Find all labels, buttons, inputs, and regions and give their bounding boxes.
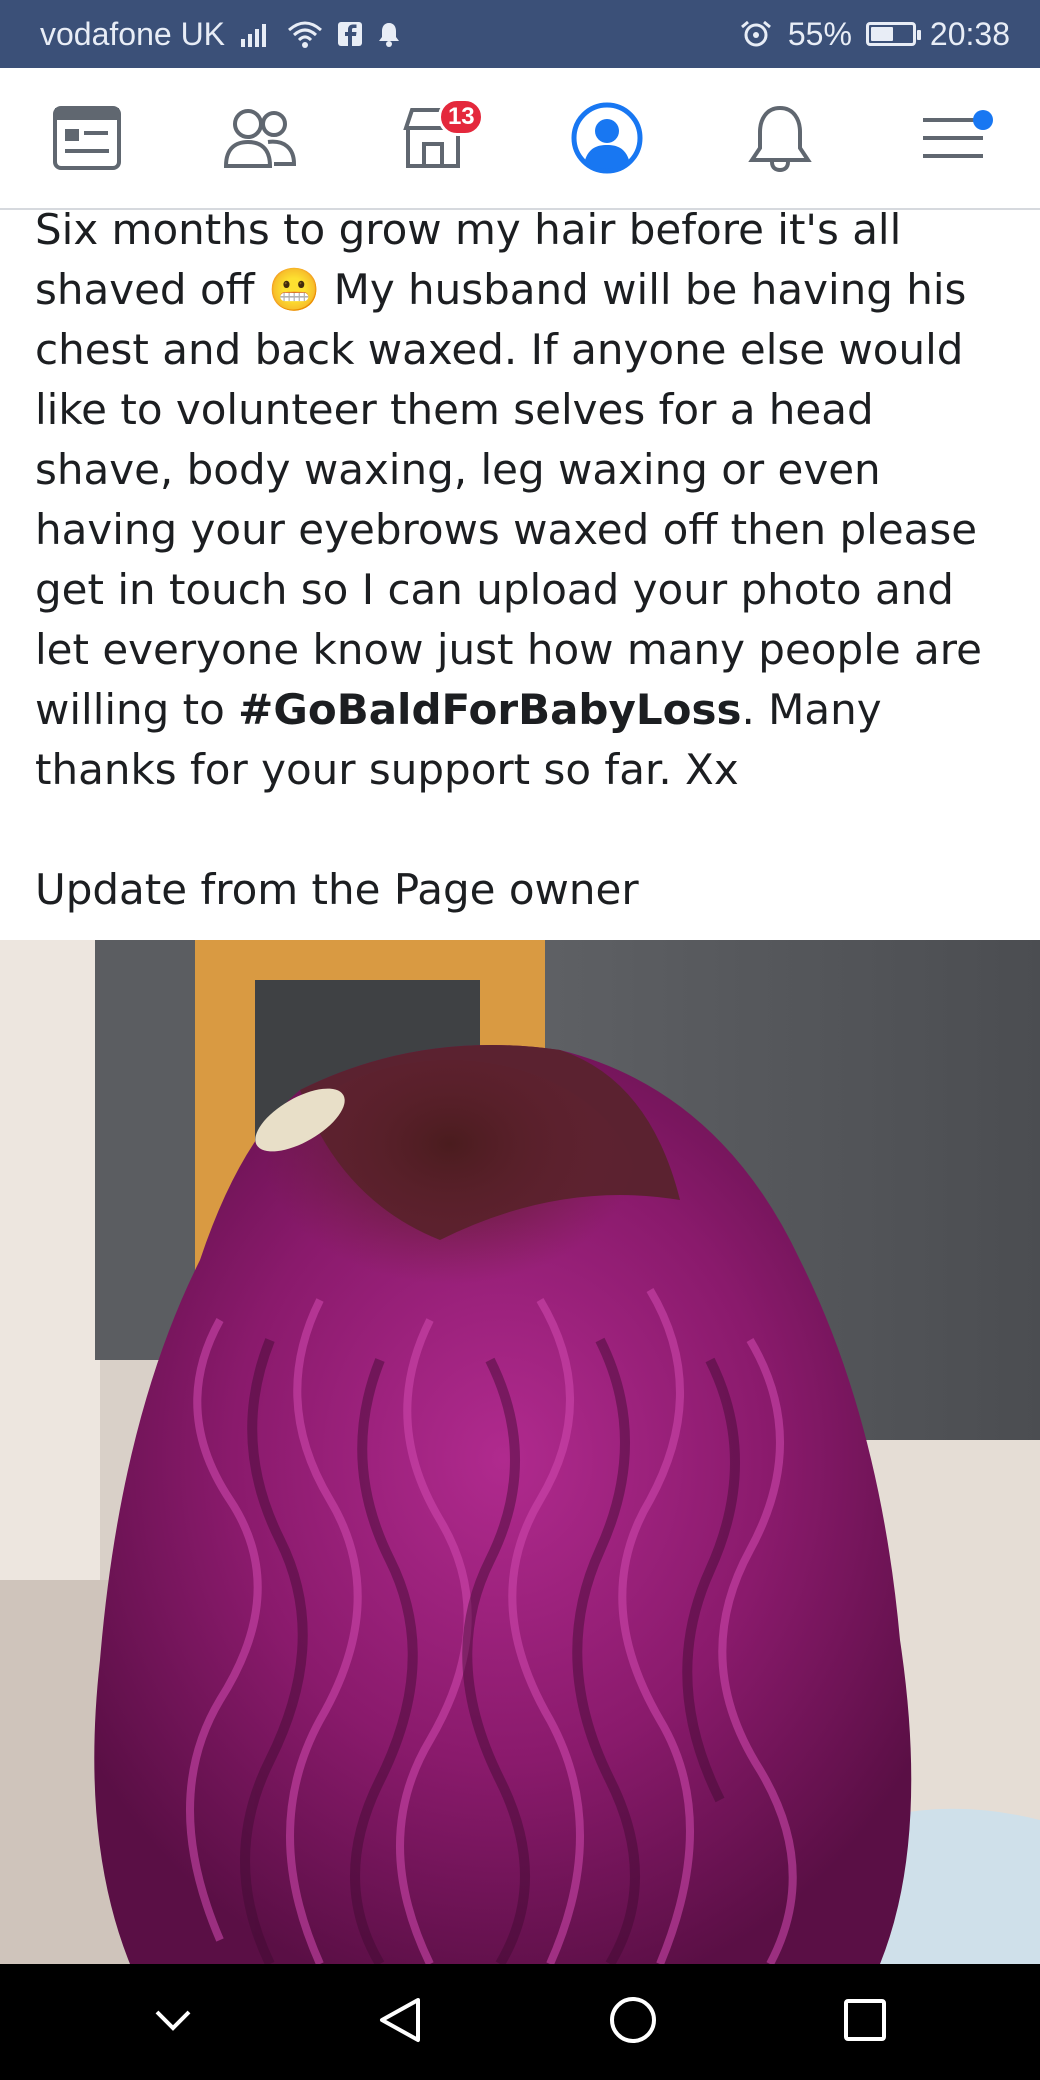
friends-icon	[223, 109, 296, 168]
home-circle-icon	[609, 1996, 656, 2043]
collapse-nav-button[interactable]	[153, 2008, 193, 2037]
post-text-rest: My husband will be having his chest and …	[35, 265, 996, 734]
battery-icon	[865, 22, 921, 46]
bell-notification-icon	[377, 21, 401, 47]
profile-tab[interactable]	[557, 88, 657, 188]
post-text-line2: shaved off	[35, 265, 268, 314]
battery-percent: 55%	[787, 15, 852, 52]
friends-tab[interactable]	[210, 88, 310, 188]
recents-button[interactable]	[843, 1998, 887, 2047]
post-text-line1: Six months to grow my hair before it's a…	[35, 205, 902, 254]
wifi-icon	[287, 20, 323, 48]
hair-photo-illustration	[0, 940, 1040, 1964]
signal-icon	[239, 21, 273, 47]
post-body: Six months to grow my hair before it's a…	[35, 200, 1015, 920]
back-button[interactable]	[378, 1996, 422, 2049]
back-triangle-icon	[380, 1997, 421, 2042]
news-feed-icon	[52, 106, 121, 170]
marketplace-tab[interactable]: 13	[383, 88, 485, 188]
grimacing-emoji: 😬	[267, 265, 321, 314]
chevron-down-icon	[155, 2010, 191, 2031]
bell-icon	[748, 105, 812, 172]
recents-square-icon	[844, 1998, 887, 2041]
news-feed-tab[interactable]	[37, 88, 137, 188]
carrier-name: vodafone UK	[40, 15, 226, 52]
system-navigation-bar	[0, 1964, 1040, 2080]
update-from-page-owner: Update from the Page owner	[35, 865, 639, 914]
facebook-notification-icon	[337, 21, 363, 47]
home-button[interactable]	[608, 1995, 658, 2050]
menu-notification-dot	[973, 110, 994, 130]
notifications-tab[interactable]	[730, 88, 830, 188]
post-photo[interactable]	[0, 940, 1040, 1964]
marketplace-badge: 13	[438, 98, 485, 136]
facebook-nav-bar: 13	[0, 68, 1040, 210]
battery-level-fill	[870, 27, 893, 41]
status-bar: vodafone UK 55% 20:38	[0, 0, 1040, 68]
post-text-paragraph: Six months to grow my hair before it's a…	[35, 200, 1015, 800]
menu-tab[interactable]	[903, 88, 1003, 188]
hashtag-link[interactable]: #GoBaldForBabyLoss	[238, 685, 741, 734]
profile-icon	[571, 102, 643, 174]
alarm-icon	[738, 19, 774, 49]
clock: 20:38	[929, 15, 1010, 52]
